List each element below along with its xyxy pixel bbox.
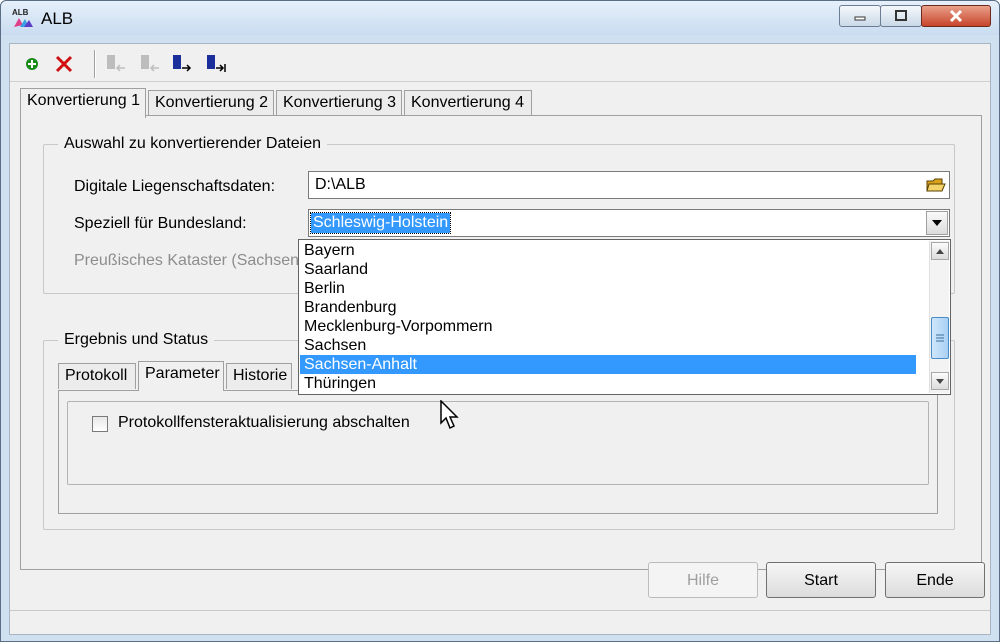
dropdown-item-berlin[interactable]: Berlin xyxy=(300,279,916,298)
data-path-input[interactable]: D:\ALB xyxy=(308,171,950,199)
scroll-thumb[interactable] xyxy=(931,317,949,359)
dropdown-item-sachsen-anhalt[interactable]: Sachsen-Anhalt xyxy=(300,355,916,374)
chevron-down-icon xyxy=(932,220,942,226)
grip-icon xyxy=(936,334,944,342)
parameter-frame: Protokollfensteraktualisierung abschalte… xyxy=(67,401,929,485)
add-icon xyxy=(26,58,38,70)
tab-konvertierung-3[interactable]: Konvertierung 3 xyxy=(276,90,402,116)
title-bar[interactable]: ALB ALB xyxy=(1,1,999,35)
minimize-button[interactable] xyxy=(839,5,881,27)
delete-button[interactable] xyxy=(52,52,76,76)
client-area: Konvertierung 1 Konvertierung 2 Konverti… xyxy=(9,43,991,635)
move-left-alt-icon xyxy=(141,55,159,72)
chevron-up-icon xyxy=(936,248,944,254)
move-left-icon xyxy=(107,55,125,72)
parameter-panel: Protokollfensteraktualisierung abschalte… xyxy=(58,390,938,514)
state-combobox[interactable]: Schleswig-Holstein xyxy=(308,209,950,237)
move-right-icon xyxy=(173,55,192,72)
move-left-button[interactable] xyxy=(104,52,128,76)
start-button[interactable]: Start xyxy=(766,562,876,598)
cadastre-label: Preußisches Kataster (Sachsen): xyxy=(74,252,309,269)
toolbar xyxy=(10,44,990,82)
dropdown-item-brandenburg[interactable]: Brandenburg xyxy=(300,298,916,317)
dropdown-item-thueringen[interactable]: Thüringen xyxy=(300,374,916,393)
scroll-up-button[interactable] xyxy=(931,242,949,260)
folder-open-icon[interactable] xyxy=(925,174,947,196)
data-path-value: D:\ALB xyxy=(315,176,366,193)
state-dropdown-list[interactable]: Bayern Saarland Berlin Brandenburg Meckl… xyxy=(298,239,951,395)
move-left-alt-button[interactable] xyxy=(138,52,162,76)
alb-app-icon: ALB xyxy=(12,8,33,27)
data-label: Digitale Liegenschaftsdaten: xyxy=(74,178,276,195)
dropdown-item-sachsen[interactable]: Sachsen xyxy=(300,336,916,355)
dropdown-item-saarland[interactable]: Saarland xyxy=(300,260,916,279)
tab-konvertierung-1[interactable]: Konvertierung 1 xyxy=(20,88,146,118)
minimize-icon xyxy=(854,16,866,21)
move-right-end-icon xyxy=(207,55,226,72)
state-label: Speziell für Bundesland: xyxy=(74,215,247,232)
help-button[interactable]: Hilfe xyxy=(648,562,758,598)
dropdown-item-bayern[interactable]: Bayern xyxy=(300,241,916,260)
move-right-button[interactable] xyxy=(170,52,194,76)
dropdown-item-mecklenburg-vorpommern[interactable]: Mecklenburg-Vorpommern xyxy=(300,317,916,336)
close-icon xyxy=(949,9,963,23)
tab-konvertierung-4[interactable]: Konvertierung 4 xyxy=(404,90,532,116)
maximize-icon xyxy=(895,10,907,21)
chevron-down-icon xyxy=(936,378,944,384)
tab-protokoll[interactable]: Protokoll xyxy=(58,363,136,389)
toolbar-separator xyxy=(94,50,96,78)
tab-historie[interactable]: Historie xyxy=(226,363,292,389)
state-combo-value: Schleswig-Holstein xyxy=(309,212,452,234)
file-selection-legend: Auswahl zu konvertierender Dateien xyxy=(58,135,328,153)
tab-konvertierung-2[interactable]: Konvertierung 2 xyxy=(148,90,274,116)
combo-dropdown-button[interactable] xyxy=(926,211,948,235)
svg-text:ALB: ALB xyxy=(12,8,29,17)
delete-icon xyxy=(55,55,73,73)
tab-parameter[interactable]: Parameter xyxy=(138,361,224,391)
close-button[interactable] xyxy=(921,5,991,27)
status-bar xyxy=(10,610,990,634)
maximize-button[interactable] xyxy=(880,5,922,27)
move-right-end-button[interactable] xyxy=(204,52,228,76)
scroll-down-button[interactable] xyxy=(931,372,949,390)
disable-log-refresh-label: Protokollfensteraktualisierung abschalte… xyxy=(118,414,410,431)
add-button[interactable] xyxy=(20,52,44,76)
end-button[interactable]: Ende xyxy=(885,562,985,598)
app-window: ALB ALB Konvertierung 1 Konvertierung 2 … xyxy=(0,0,1000,642)
disable-log-refresh-checkbox[interactable] xyxy=(92,416,108,432)
window-title: ALB xyxy=(41,9,74,28)
result-status-legend: Ergebnis und Status xyxy=(58,331,215,349)
dropdown-scrollbar[interactable] xyxy=(929,241,949,393)
mouse-cursor-icon xyxy=(440,400,459,430)
